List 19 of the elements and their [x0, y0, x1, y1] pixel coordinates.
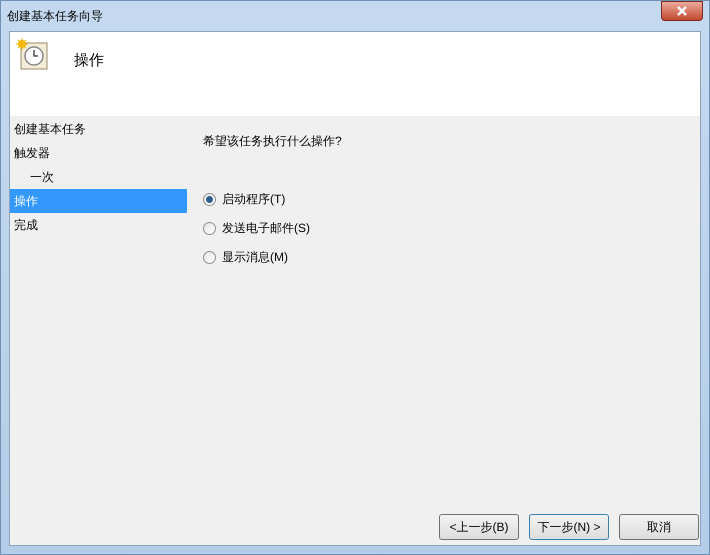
radio-button[interactable] — [203, 250, 216, 264]
back-button[interactable]: <上一步(B) — [439, 514, 519, 540]
nav-item[interactable]: 完成 — [10, 213, 187, 237]
nav-item[interactable]: 创建基本任务 — [10, 117, 187, 141]
window-title: 创建基本任务向导 — [7, 8, 103, 25]
nav-item[interactable]: 触发器 — [10, 141, 187, 165]
question-text: 希望该任务执行什么操作? — [203, 133, 343, 150]
next-button[interactable]: 下一步(N) > — [529, 514, 609, 540]
nav-item[interactable]: 一次 — [10, 165, 187, 189]
radio-button[interactable] — [203, 192, 216, 206]
option-label: 发送电子邮件(S) — [222, 220, 310, 237]
close-button[interactable] — [661, 1, 703, 21]
cancel-button[interactable]: 取消 — [619, 514, 699, 540]
header-title: 操作 — [74, 51, 104, 71]
option-label: 显示消息(M) — [222, 249, 288, 266]
close-icon — [676, 6, 688, 16]
radio-button[interactable] — [203, 222, 216, 234]
option-label: 启动程序(T) — [222, 191, 286, 208]
clock-icon — [16, 38, 50, 72]
